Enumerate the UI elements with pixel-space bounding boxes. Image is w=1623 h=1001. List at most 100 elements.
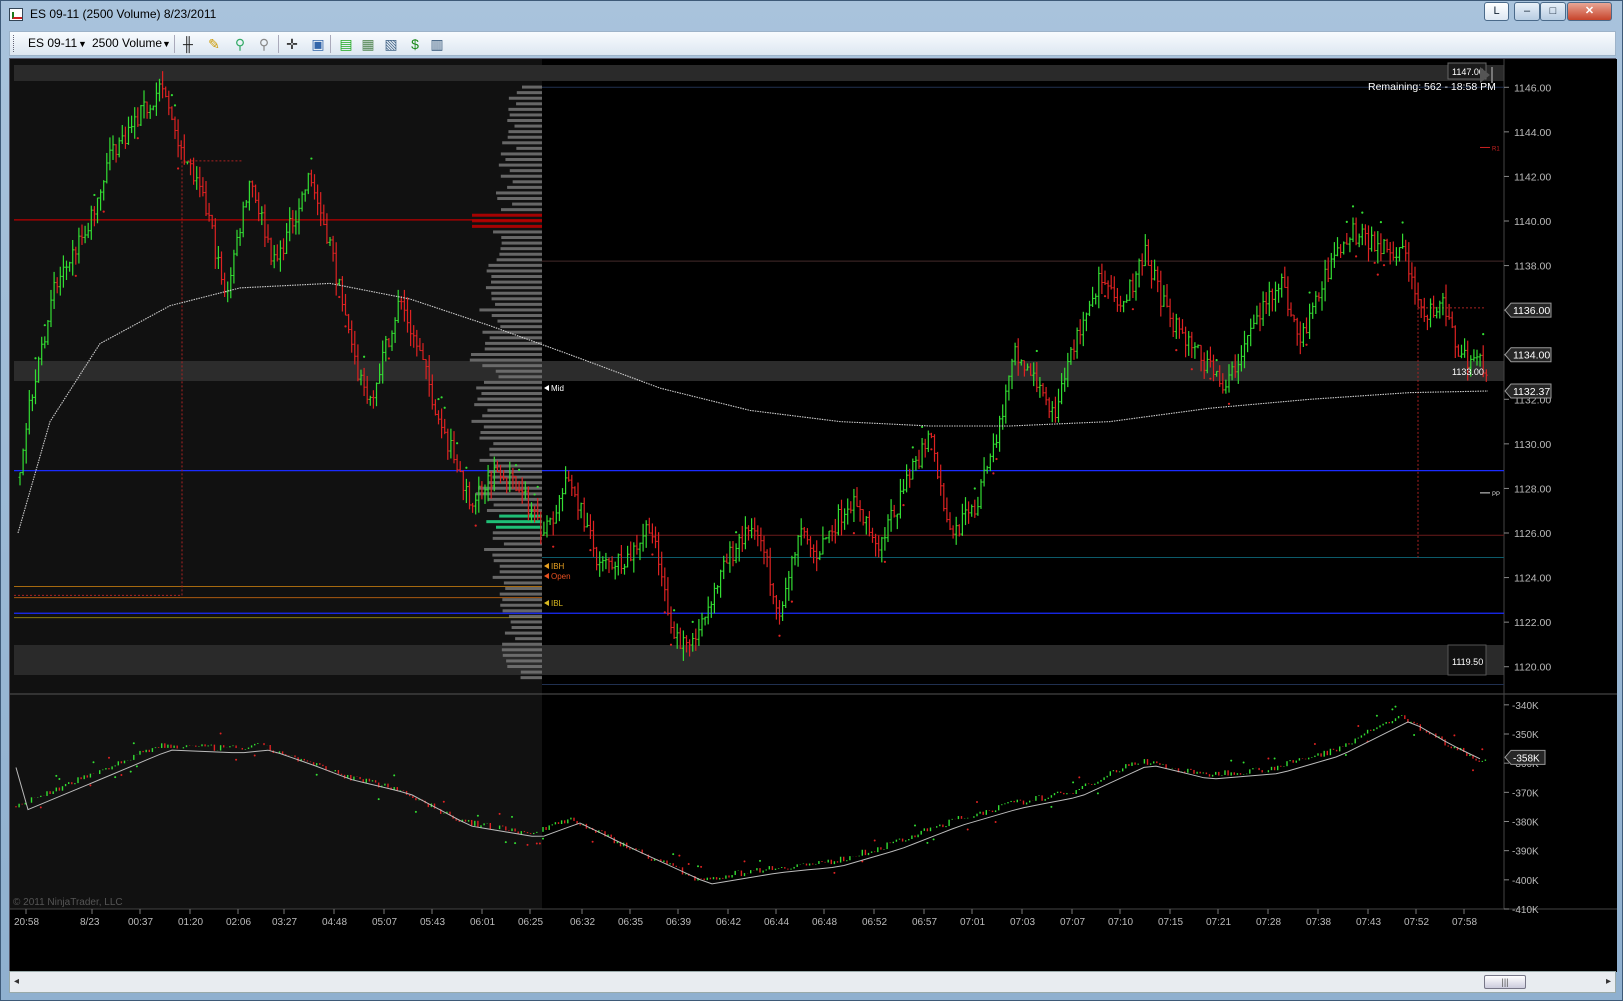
indicator-dot [873,839,876,842]
volume-profile-bar [499,570,542,574]
data-box-icon[interactable]: ▣ [310,36,326,52]
volume-profile-bar [506,659,542,663]
grid-icon[interactable]: ▥ [429,36,445,52]
signal-dot [536,485,539,488]
chart-panel[interactable]: 1146.00 1144.00 1142.00 1140.00 1138.00 1136.… [9,58,1617,972]
signal-dot [1373,261,1376,264]
signal-dot [1103,295,1107,298]
volume-profile-bar [502,642,542,646]
time-axis-label: 8/23 [80,917,100,928]
scroll-left-button[interactable]: ◂ [14,976,19,987]
indicator-dot [1242,761,1245,764]
signal-dot [1376,273,1379,276]
volume-profile-bar [507,135,542,139]
indicator-dot [926,841,929,844]
volume-profile-bar [479,308,542,312]
dollar-icon[interactable]: $ [407,36,423,52]
time-axis-label: 07:21 [1206,917,1231,928]
indicator-axis-label: -380K [1512,818,1539,829]
indicator-dot [414,810,417,813]
signal-dot [735,531,738,534]
signal-dot [310,157,313,160]
time-axis-label: 02:06 [226,917,251,928]
signal-dot [1190,368,1193,371]
signal-dot [691,620,694,623]
horizontal-scrollbar[interactable]: ◂ ||| ▸ [9,971,1616,993]
scroll-track[interactable] [26,975,1598,989]
time-axis-label: 06:48 [812,917,837,928]
copyright-label: © 2011 NinjaTrader, LLC [13,897,123,908]
crosshair-icon[interactable]: ✛ [284,36,300,52]
volume-profile-bar [496,525,542,529]
volume-profile-bar [485,341,542,345]
time-axis-label: 07:15 [1158,917,1183,928]
r1-label: R1 [1492,146,1500,152]
indicator-dot [538,842,541,845]
indicator-dot [108,756,110,759]
minimize-button[interactable]: ‒ [1514,2,1540,21]
properties-icon[interactable]: ▧ [383,36,399,52]
signal-dot [552,545,555,548]
interval-dropdown-icon[interactable]: ▼ [162,39,171,49]
instrument-selector[interactable]: ES 09-11 [28,36,77,50]
volume-profile-bar [501,241,542,245]
instrument-dropdown-icon[interactable]: ▼ [78,39,87,49]
price-axis-label: 1144.00 [1514,127,1551,139]
price-axis-label: 1120.00 [1514,662,1551,674]
indicator-dot [678,854,681,857]
signal-dot [883,560,887,563]
price-axis-label: 1128.00 [1514,483,1551,495]
indicator-dot [994,821,997,824]
price-axis-label: 1126.00 [1514,528,1551,540]
volume-profile-bar [482,364,542,368]
time-axis-label: 07:01 [960,917,985,928]
signal-dot [518,468,521,471]
signal-dot [589,549,592,552]
last-price-flag: 1136.00 [1513,305,1550,317]
layout-button[interactable]: L [1484,2,1509,21]
price-axis-label: 1122.00 [1514,617,1551,629]
indicator-dot [377,798,380,801]
price-chart[interactable]: 1146.00 1144.00 1142.00 1140.00 1138.00 1136.… [10,59,1617,972]
signal-dot [1355,255,1358,258]
pause-icon [1491,67,1493,83]
time-axis-label: 03:27 [272,917,297,928]
volume-profile-bar [509,113,542,117]
title-bar[interactable]: ES 09-11 (2500 Volume) 8/23/2011 L ‒ □ ✕ [1,1,1622,29]
volume-profile-bar [505,587,542,591]
volume-profile-bar [477,397,542,401]
signal-dot [1209,377,1212,380]
time-axis-label: 07:38 [1306,917,1331,928]
volume-profile-bar [498,375,542,379]
volume-profile-bar [474,403,542,407]
pencil-draw-icon[interactable]: ✎ [206,36,222,52]
bar-type-icon[interactable]: ╫ [180,36,196,52]
close-button[interactable]: ✕ [1567,2,1612,21]
volume-profile-bar [500,208,542,212]
maximize-button[interactable]: □ [1540,2,1566,21]
strategies-icon[interactable]: ▤ [338,36,354,52]
volume-profile-bar [493,442,542,446]
high-zone-band [14,65,1504,81]
signal-dot [852,532,856,535]
toolbar-separator [278,35,279,53]
volume-profile-bar [472,219,542,223]
signal-dot [102,210,105,213]
signal-dot [1351,205,1355,208]
toolbar-grip[interactable] [13,35,16,52]
interval-selector[interactable]: 2500 Volume [92,36,162,50]
indicator-dot [687,863,690,866]
signal-dot [1305,343,1308,346]
volume-profile-bar [494,464,542,468]
zoom-icon[interactable]: ⚲ [256,36,272,52]
chart-trader-icon[interactable]: ⚲ [232,36,248,52]
scroll-right-button[interactable]: ▸ [1606,976,1611,987]
scroll-thumb[interactable]: ||| [1484,975,1526,989]
volume-profile-bar [472,213,542,217]
indicators-icon[interactable]: ▦ [360,36,376,52]
signal-dot [465,466,468,469]
signal-dot [930,448,933,451]
volume-profile-bar [472,224,542,228]
indicator-axis-label: -390K [1512,847,1539,858]
indicator-dot [1230,759,1233,762]
